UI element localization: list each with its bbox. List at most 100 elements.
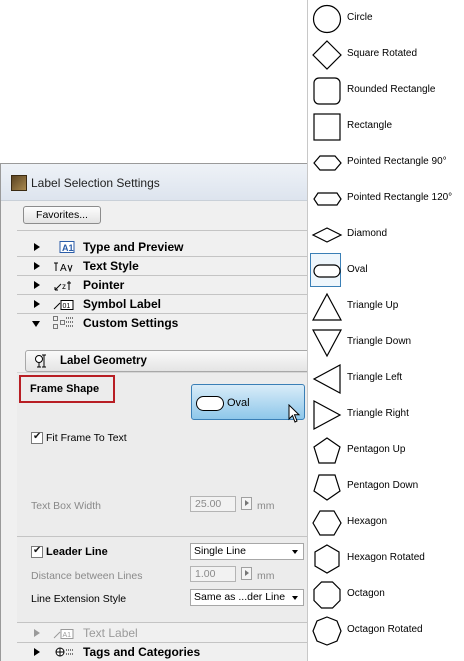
label-geometry-icon xyxy=(35,354,46,368)
distance-between-lines-field[interactable]: 1.00 xyxy=(190,566,236,582)
panel-symbol-label[interactable]: 01 Symbol Label xyxy=(1,295,321,313)
text-style-icon: A xyxy=(54,262,73,272)
text-box-width-field[interactable]: 25.00 xyxy=(190,496,236,512)
shape-option-label: Pointed Rectangle 120° xyxy=(347,192,453,203)
divider xyxy=(17,536,317,537)
label-geometry-label: Label Geometry xyxy=(60,355,147,367)
frame-shape-button[interactable]: Oval xyxy=(191,384,305,423)
panel-label: Custom Settings xyxy=(83,316,179,330)
app-icon xyxy=(11,175,27,191)
shape-option-label: Circle xyxy=(347,12,373,23)
expand-arrow-icon[interactable] xyxy=(34,629,40,637)
svg-text:A1: A1 xyxy=(63,632,72,639)
panel-pointer[interactable]: z Pointer xyxy=(1,276,321,294)
pointed-rectangle-120-icon xyxy=(313,192,342,206)
dropdown-arrow-icon xyxy=(292,596,298,600)
pentagon-down-icon xyxy=(313,474,341,501)
line-extension-style-value: Same as ...der Line xyxy=(194,591,286,603)
shape-option-rectangle[interactable]: Rectangle xyxy=(308,108,464,144)
shape-option-pointed-rectangle-120[interactable]: Pointed Rectangle 120° xyxy=(308,180,464,216)
dropdown-arrow-icon xyxy=(292,550,298,554)
line-extension-style-select[interactable]: Same as ...der Line xyxy=(190,589,304,606)
divider xyxy=(17,230,317,231)
text-box-width-unit: mm xyxy=(257,500,275,512)
panel-label: Tags and Categories xyxy=(83,645,201,659)
divider xyxy=(17,622,317,623)
expand-arrow-icon[interactable] xyxy=(34,300,40,308)
shape-option-label: Oval xyxy=(347,264,368,275)
shape-option-circle[interactable]: Circle xyxy=(308,0,464,36)
line-extension-style-label: Line Extension Style xyxy=(31,593,127,605)
leader-line-checkbox[interactable]: ✔ xyxy=(31,545,43,558)
shape-option-label: Pointed Rectangle 90° xyxy=(347,156,447,167)
leader-line-type-select[interactable]: Single Line xyxy=(190,543,304,560)
shape-option-label: Octagon Rotated xyxy=(347,624,423,635)
leader-line-label: Leader Line xyxy=(46,546,108,558)
triangle-down-icon xyxy=(311,329,343,358)
shape-option-square-rotated[interactable]: Square Rotated xyxy=(308,36,464,72)
title-bar[interactable]: Label Selection Settings xyxy=(1,164,330,201)
svg-text:z: z xyxy=(62,282,66,291)
expand-arrow-icon[interactable] xyxy=(34,243,40,251)
oval-icon xyxy=(196,396,224,411)
collapse-arrow-icon[interactable] xyxy=(32,321,40,327)
shape-option-oval[interactable]: Oval xyxy=(308,252,464,288)
shape-option-triangle-down[interactable]: Triangle Down xyxy=(308,324,464,360)
panel-custom-settings[interactable]: Custom Settings xyxy=(1,314,321,332)
shape-option-label: Pentagon Up xyxy=(347,444,406,455)
shape-option-hexagon-rotated[interactable]: Hexagon Rotated xyxy=(308,540,464,576)
frame-shape-value: Oval xyxy=(227,397,250,409)
shape-option-triangle-right[interactable]: Triangle Right xyxy=(308,396,464,432)
stepper-arrow-icon[interactable] xyxy=(241,567,252,580)
stepper-arrow-icon[interactable] xyxy=(241,497,252,510)
label-geometry-selector[interactable]: Label Geometry xyxy=(25,350,323,372)
expand-arrow-icon[interactable] xyxy=(34,262,40,270)
fit-frame-label: Fit Frame To Text xyxy=(46,432,127,444)
shape-option-pentagon-down[interactable]: Pentagon Down xyxy=(308,468,464,504)
frame-shape-label: Frame Shape xyxy=(19,375,115,403)
panel-text-label[interactable]: A1 Text Label xyxy=(1,624,321,642)
pentagon-up-icon xyxy=(313,437,341,464)
frame-shape-popup: Circle Square Rotated Rounded Rectangle … xyxy=(307,0,464,661)
diamond-icon xyxy=(311,227,343,243)
shape-option-label: Triangle Right xyxy=(347,408,409,419)
panel-type-and-preview[interactable]: A1 Type and Preview xyxy=(1,238,321,256)
shape-option-pentagon-up[interactable]: Pentagon Up xyxy=(308,432,464,468)
expand-arrow-icon[interactable] xyxy=(34,648,40,656)
shape-option-triangle-up[interactable]: Triangle Up xyxy=(308,288,464,324)
type-preview-icon: A1 xyxy=(59,241,75,253)
shape-option-label: Triangle Up xyxy=(347,300,399,311)
panel-label: Text Label xyxy=(83,626,138,640)
svg-text:A: A xyxy=(60,263,67,272)
svg-text:01: 01 xyxy=(63,303,71,310)
panel-text-style[interactable]: A Text Style xyxy=(1,257,321,275)
shape-option-label: Octagon xyxy=(347,588,385,599)
expand-arrow-icon[interactable] xyxy=(34,281,40,289)
shape-option-label: Diamond xyxy=(347,228,388,239)
shape-option-label: Rectangle xyxy=(347,120,393,131)
shape-option-label: Hexagon Rotated xyxy=(347,552,425,563)
shape-option-label: Hexagon xyxy=(347,516,388,527)
shape-option-rounded-rectangle[interactable]: Rounded Rectangle xyxy=(308,72,464,108)
label-selection-settings-dialog: Label Selection Settings Favorites... A1… xyxy=(0,163,330,661)
shape-option-hexagon[interactable]: Hexagon xyxy=(308,504,464,540)
fit-frame-checkbox[interactable]: ✔ xyxy=(31,431,43,444)
shape-option-triangle-left[interactable]: Triangle Left xyxy=(308,360,464,396)
mouse-cursor-icon xyxy=(288,404,301,423)
text-label-icon: A1 xyxy=(53,629,74,639)
panel-tags-and-categories[interactable]: Tags and Categories xyxy=(1,643,321,661)
text-box-width-label: Text Box Width xyxy=(31,500,102,512)
triangle-right-icon xyxy=(313,399,342,431)
custom-settings-icon xyxy=(53,316,73,329)
checkmark-icon: ✔ xyxy=(33,545,42,556)
shape-option-pointed-rectangle-90[interactable]: Pointed Rectangle 90° xyxy=(308,144,464,180)
tags-categories-icon xyxy=(55,647,74,657)
shape-option-label: Rounded Rectangle xyxy=(347,84,436,95)
octagon-rotated-icon xyxy=(312,616,342,646)
shape-option-octagon[interactable]: Octagon xyxy=(308,576,464,612)
svg-text:A1: A1 xyxy=(62,243,74,253)
shape-option-octagon-rotated[interactable]: Octagon Rotated xyxy=(308,612,464,648)
favorites-button[interactable]: Favorites... xyxy=(23,206,101,224)
shape-option-diamond[interactable]: Diamond xyxy=(308,216,464,252)
shape-option-label: Square Rotated xyxy=(347,48,418,59)
